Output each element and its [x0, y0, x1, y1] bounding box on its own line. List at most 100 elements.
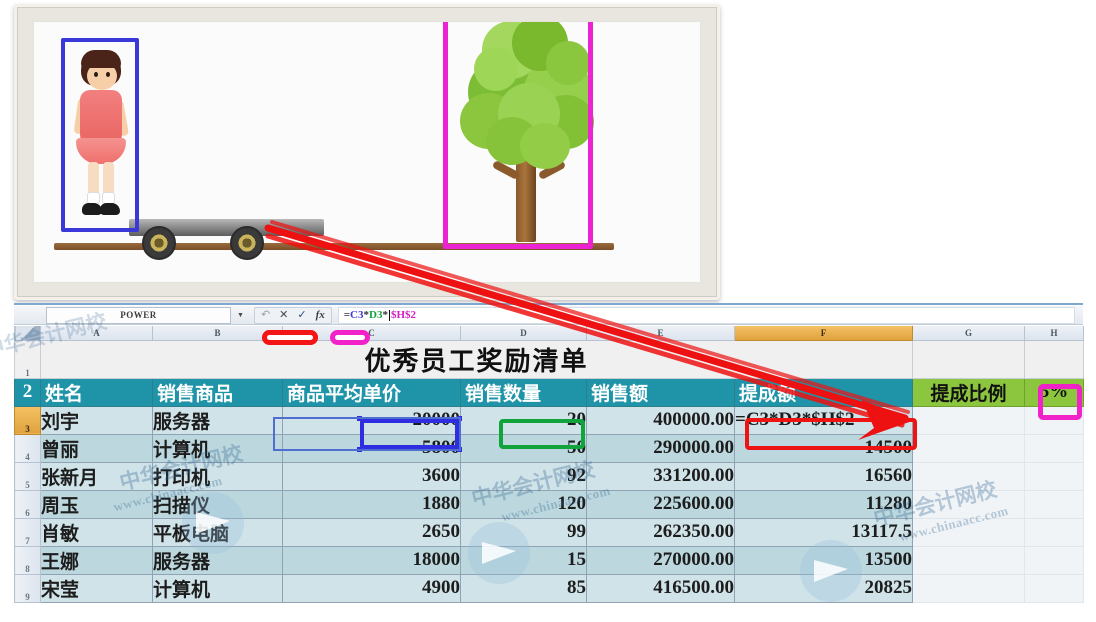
- column-header-h[interactable]: H: [1024, 326, 1084, 341]
- row-header-6[interactable]: 6: [14, 489, 41, 519]
- row-header-9[interactable]: 9: [14, 573, 41, 603]
- cell-h2-rate-value[interactable]: 5%: [1024, 377, 1084, 407]
- column-header-f[interactable]: F: [734, 326, 913, 341]
- name-box-value: POWER: [120, 310, 157, 320]
- row-header-7[interactable]: 7: [14, 517, 41, 547]
- cell-h3[interactable]: [1024, 405, 1084, 435]
- undo-icon[interactable]: ↶: [261, 309, 270, 321]
- row-header-2[interactable]: 2: [14, 377, 41, 407]
- cell-e5[interactable]: 331200.00: [586, 461, 735, 491]
- cell-f4[interactable]: 14500: [734, 433, 913, 463]
- cell-c3[interactable]: 20000: [282, 405, 461, 435]
- header-cell-unit-price[interactable]: 商品平均单价: [282, 377, 461, 407]
- cell-c5[interactable]: 3600: [282, 461, 461, 491]
- formula-token-d3: D3: [369, 309, 383, 321]
- cell-c4[interactable]: 5800: [282, 433, 461, 463]
- cell-d5[interactable]: 92: [460, 461, 587, 491]
- header-cell-quantity[interactable]: 销售数量: [460, 377, 587, 407]
- cell-h6[interactable]: [1024, 489, 1084, 519]
- cell-e9[interactable]: 416500.00: [586, 573, 735, 603]
- name-box[interactable]: POWER: [46, 306, 231, 324]
- row-header-1[interactable]: 1: [14, 339, 41, 379]
- cell-g6[interactable]: [912, 489, 1025, 519]
- cell-b7[interactable]: 平板电脑: [152, 517, 283, 547]
- cell-a7[interactable]: 肖敏: [40, 517, 153, 547]
- table-row: 3 刘宇 服务器 20000 20 400000.00 =C3*D3*$H$2: [14, 405, 1084, 435]
- header-cell-sales[interactable]: 销售额: [586, 377, 735, 407]
- cell-e7[interactable]: 262350.00: [586, 517, 735, 547]
- formula-token-h2abs: $H$2: [390, 309, 417, 321]
- cell-h1[interactable]: [1024, 339, 1084, 379]
- cell-g3[interactable]: [912, 405, 1025, 435]
- cell-b5[interactable]: 打印机: [152, 461, 283, 491]
- cell-h8[interactable]: [1024, 545, 1084, 575]
- cell-b3[interactable]: 服务器: [152, 405, 283, 435]
- cell-g4[interactable]: [912, 433, 1025, 463]
- cell-c6[interactable]: 1880: [282, 489, 461, 519]
- cell-d3[interactable]: 20: [460, 405, 587, 435]
- insert-function-icon[interactable]: fx: [316, 309, 325, 321]
- select-all-corner[interactable]: [14, 326, 41, 341]
- table-row: 5 张新月 打印机 3600 92 331200.00 16560: [14, 461, 1084, 491]
- cell-e3[interactable]: 400000.00: [586, 405, 735, 435]
- cell-e6[interactable]: 225600.00: [586, 489, 735, 519]
- cell-c9[interactable]: 4900: [282, 573, 461, 603]
- cell-b6[interactable]: 扫描仪: [152, 489, 283, 519]
- column-header-d[interactable]: D: [460, 326, 587, 341]
- cell-a8[interactable]: 王娜: [40, 545, 153, 575]
- cell-f5[interactable]: 16560: [734, 461, 913, 491]
- cell-a3[interactable]: 刘宇: [40, 405, 153, 435]
- cell-d8[interactable]: 15: [460, 545, 587, 575]
- cell-f6[interactable]: 11280: [734, 489, 913, 519]
- cell-f8[interactable]: 13500: [734, 545, 913, 575]
- cell-a5[interactable]: 张新月: [40, 461, 153, 491]
- accept-icon[interactable]: ✓: [297, 309, 306, 321]
- cell-a6[interactable]: 周玉: [40, 489, 153, 519]
- formula-token-op2: *: [382, 309, 388, 321]
- cell-f3[interactable]: =C3*D3*$H$2: [734, 405, 913, 435]
- cell-g5[interactable]: [912, 461, 1025, 491]
- formula-token-c3: C3: [350, 309, 364, 321]
- cell-g9[interactable]: [912, 573, 1025, 603]
- column-header-c[interactable]: C: [282, 326, 461, 341]
- cell-d4[interactable]: 50: [460, 433, 587, 463]
- row-header-8[interactable]: 8: [14, 545, 41, 575]
- cell-b4[interactable]: 计算机: [152, 433, 283, 463]
- name-box-dropdown-icon[interactable]: ▼: [237, 311, 244, 319]
- cell-h7[interactable]: [1024, 517, 1084, 547]
- illustration-canvas: [33, 21, 701, 283]
- cell-g1[interactable]: [912, 339, 1025, 379]
- sheet-title-cell[interactable]: 优秀员工奖励清单: [40, 339, 913, 379]
- cell-c8[interactable]: 18000: [282, 545, 461, 575]
- cell-a4[interactable]: 曾丽: [40, 433, 153, 463]
- cell-h4[interactable]: [1024, 433, 1084, 463]
- cell-d7[interactable]: 99: [460, 517, 587, 547]
- cell-e8[interactable]: 270000.00: [586, 545, 735, 575]
- column-header-b[interactable]: B: [152, 326, 283, 341]
- formula-input[interactable]: = C3 * D3 * $H$2: [337, 306, 1075, 324]
- row-header-5[interactable]: 5: [14, 461, 41, 491]
- cancel-icon[interactable]: ✕: [279, 309, 288, 321]
- cell-d6[interactable]: 120: [460, 489, 587, 519]
- column-header-e[interactable]: E: [586, 326, 735, 341]
- cell-g8[interactable]: [912, 545, 1025, 575]
- row-header-4[interactable]: 4: [14, 433, 41, 463]
- row-header-3[interactable]: 3: [14, 405, 41, 435]
- cell-c7[interactable]: 2650: [282, 517, 461, 547]
- cell-f7[interactable]: 13117.5: [734, 517, 913, 547]
- cell-h5[interactable]: [1024, 461, 1084, 491]
- cell-f9[interactable]: 20825: [734, 573, 913, 603]
- header-cell-rate-label[interactable]: 提成比例: [912, 377, 1025, 407]
- cell-g7[interactable]: [912, 517, 1025, 547]
- header-cell-commission[interactable]: 提成额: [734, 377, 913, 407]
- header-cell-name[interactable]: 姓名: [40, 377, 153, 407]
- cell-d9[interactable]: 85: [460, 573, 587, 603]
- cell-b8[interactable]: 服务器: [152, 545, 283, 575]
- column-header-g[interactable]: G: [912, 326, 1025, 341]
- cell-b9[interactable]: 计算机: [152, 573, 283, 603]
- cell-a9[interactable]: 宋莹: [40, 573, 153, 603]
- cell-h9[interactable]: [1024, 573, 1084, 603]
- cell-e4[interactable]: 290000.00: [586, 433, 735, 463]
- header-cell-product[interactable]: 销售商品: [152, 377, 283, 407]
- column-header-a[interactable]: A: [40, 326, 153, 341]
